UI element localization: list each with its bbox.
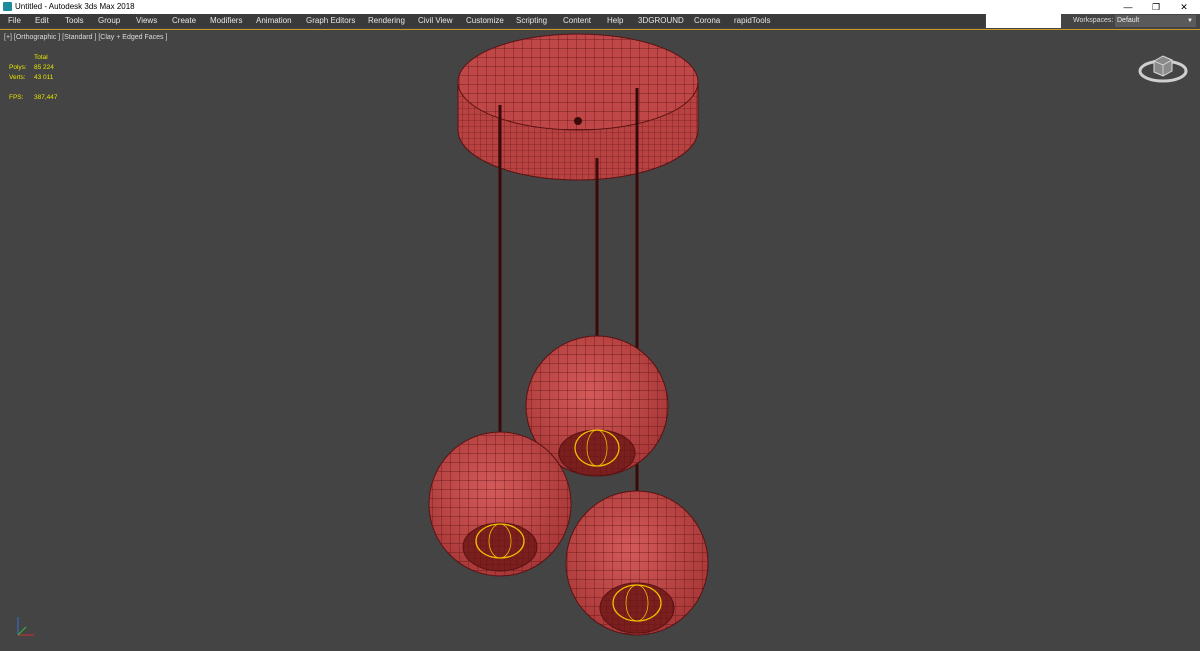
menu-3dground[interactable]: 3DGROUND	[638, 14, 684, 28]
workspaces-label: Workspaces:	[1073, 17, 1114, 24]
menu-help[interactable]: Help	[607, 14, 623, 28]
ceiling-canopy[interactable]	[457, 33, 699, 181]
pendant-globe-left[interactable]	[428, 431, 572, 577]
menu-spacer	[986, 14, 1061, 28]
menu-rapidtools[interactable]: rapidTools	[734, 14, 770, 28]
chevron-down-icon: ▼	[1187, 18, 1193, 24]
restore-button[interactable]: ❐	[1142, 0, 1170, 14]
window-title: Untitled - Autodesk 3ds Max 2018	[15, 2, 135, 11]
menu-strip: File Edit Tools Group Views Create Modif…	[0, 14, 985, 28]
menu-tools[interactable]: Tools	[65, 14, 84, 28]
menu-animation[interactable]: Animation	[256, 14, 292, 28]
menu-rendering[interactable]: Rendering	[368, 14, 405, 28]
menu-edit[interactable]: Edit	[35, 14, 49, 28]
menu-scripting[interactable]: Scripting	[516, 14, 547, 28]
menu-modifiers[interactable]: Modifiers	[210, 14, 242, 28]
menu-civil-view[interactable]: Civil View	[418, 14, 453, 28]
minimize-button[interactable]: —	[1114, 0, 1142, 14]
close-button[interactable]: ✕	[1170, 0, 1198, 14]
menu-create[interactable]: Create	[172, 14, 196, 28]
viewcube-icon[interactable]	[1137, 51, 1189, 85]
viewport-scene[interactable]	[0, 30, 1200, 651]
workspaces-value: Default	[1117, 17, 1140, 24]
3ds-max-icon	[3, 2, 12, 11]
workspaces-dropdown[interactable]: Default ▼	[1115, 15, 1196, 27]
title-bar: Untitled - Autodesk 3ds Max 2018 — ❐ ✕	[0, 0, 1200, 14]
menu-bar: File Edit Tools Group Views Create Modif…	[0, 14, 1200, 29]
menu-content[interactable]: Content	[563, 14, 591, 28]
pendant-globe-right[interactable]	[565, 490, 709, 636]
menu-group[interactable]: Group	[98, 14, 120, 28]
viewport[interactable]: [+] [Orthographic ] [Standard ] [Clay + …	[0, 29, 1200, 650]
menu-graph-editors[interactable]: Graph Editors	[306, 14, 355, 28]
menu-customize[interactable]: Customize	[466, 14, 504, 28]
menu-file[interactable]: File	[8, 14, 21, 28]
menu-corona[interactable]: Corona	[694, 14, 720, 28]
axis-tripod-icon	[17, 617, 34, 636]
menu-views[interactable]: Views	[136, 14, 157, 28]
